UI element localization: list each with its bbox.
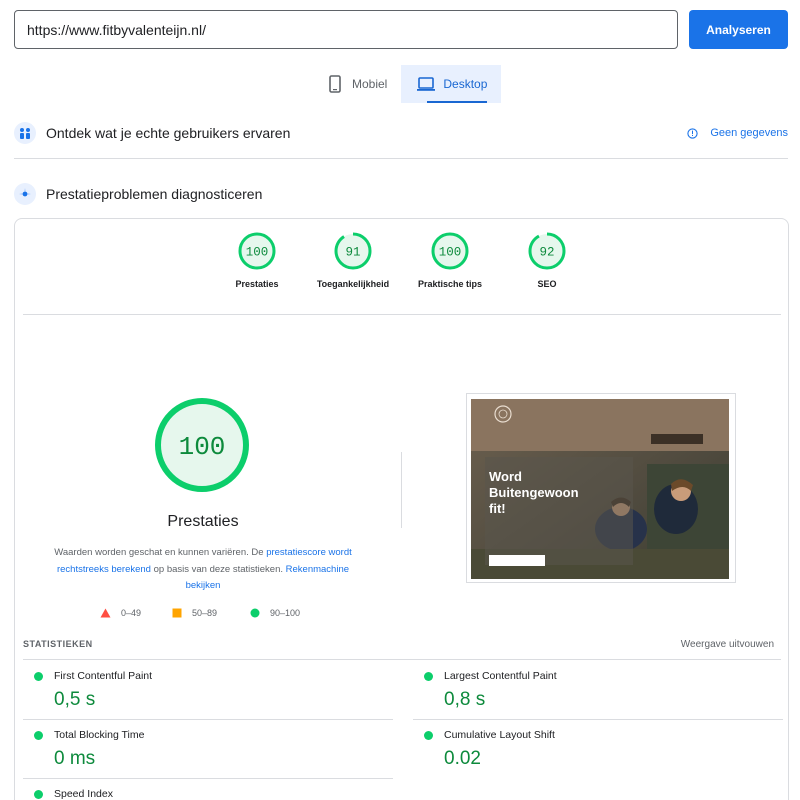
analyze-button[interactable]: Analyseren [689, 10, 788, 49]
people-icon [14, 122, 36, 144]
gauge-label: Toegankelijkheid [316, 279, 390, 289]
main-score: 100 [179, 432, 226, 462]
metric-name: Total Blocking Time [54, 729, 145, 741]
score-note: Waarden worden geschat en kunnen variëre… [43, 545, 363, 595]
metric-fcp: First Contentful Paint 0,5 s [23, 660, 393, 720]
gauge-label: Prestaties [235, 279, 279, 289]
no-data-label: Geen gegevens [710, 127, 788, 139]
vertical-divider [401, 452, 402, 528]
gauge-ring: 100 [238, 232, 276, 270]
screenshot-headline: Buitengewoon [489, 485, 579, 500]
lighthouse-icon [14, 183, 36, 205]
main-score-label: Prestaties [167, 513, 239, 530]
pass-circle-icon [424, 731, 433, 740]
metric-value: 0.02 [444, 748, 481, 769]
lab-data-section: Prestatieproblemen diagnosticeren [14, 179, 788, 209]
tab-desktop[interactable]: Desktop [401, 65, 502, 103]
gauge-ring: 92 [528, 232, 566, 270]
metric-name: First Contentful Paint [54, 670, 153, 682]
info-icon [687, 127, 698, 139]
metric-tbt: Total Blocking Time 0 ms [23, 719, 393, 779]
tab-mobile-label: Mobiel [352, 77, 388, 91]
note-text: op basis van deze statistieken. [150, 563, 286, 575]
screenshot-headline: fit! [489, 501, 506, 516]
metric-value: 0 ms [54, 748, 96, 769]
results-card: 100 Prestaties 91 Toegankelijkheid 100 P… [14, 218, 789, 800]
pass-circle-icon [34, 790, 43, 799]
lab-data-title: Prestatieproblemen diagnosticeren [46, 186, 263, 202]
legend-average-range: 50–89 [192, 608, 218, 618]
tab-desktop-label: Desktop [443, 77, 488, 91]
tab-mobile[interactable]: Mobiel [310, 65, 401, 103]
field-data-title: Ontdek wat je echte gebruikers ervaren [46, 125, 291, 141]
gauge-best-practices[interactable]: 100 Praktische tips [400, 231, 500, 289]
triangle-icon [100, 608, 111, 618]
pass-circle-icon [424, 672, 433, 681]
gauge-performance[interactable]: 100 Prestaties [207, 231, 307, 289]
gauge-score: 92 [539, 246, 554, 260]
metric-cls: Cumulative Layout Shift 0.02 [413, 719, 783, 779]
legend-pass: 90–100 [250, 608, 300, 618]
page-screenshot: Word Buitengewoon fit! [466, 393, 736, 583]
laptop-icon [415, 74, 437, 94]
legend-fail-range: 0–49 [121, 608, 142, 618]
metric-name: Largest Contentful Paint [444, 670, 557, 682]
metric-value: 0,5 s [54, 689, 96, 710]
url-row: Analyseren [14, 10, 788, 50]
screenshot-headline: Word [489, 469, 522, 484]
legend-pass-range: 90–100 [270, 608, 301, 618]
field-data-section: Ontdek wat je echte gebruikers ervaren G… [14, 118, 788, 148]
gauges-divider [23, 314, 781, 315]
gauge-label: SEO [537, 279, 557, 289]
pass-circle-icon [34, 672, 43, 681]
gauge-ring: 91 [334, 232, 372, 270]
no-data-status[interactable]: Geen gegevens [687, 127, 788, 139]
metric-name: Cumulative Layout Shift [444, 729, 555, 741]
metric-speed-index: Speed Index [23, 778, 393, 800]
main-score-gauge: 100 [152, 395, 252, 495]
legend-average: 50–89 [172, 608, 217, 618]
expand-view-toggle[interactable]: Weergave uitvouwen [681, 639, 774, 650]
note-text: Waarden worden geschat en kunnen variëre… [54, 547, 267, 558]
gauge-ring: 100 [431, 232, 469, 270]
gauge-score: 91 [345, 246, 360, 260]
phone-icon [324, 74, 346, 94]
screenshot-image: Word Buitengewoon fit! [471, 399, 729, 579]
score-legend: 0–49 50–89 90–100 [100, 608, 320, 622]
square-icon [172, 608, 182, 618]
gauge-seo[interactable]: 92 SEO [497, 231, 597, 289]
gauge-score: 100 [439, 246, 462, 260]
url-input[interactable] [14, 10, 678, 49]
score-gauges: 100 Prestaties 91 Toegankelijkheid 100 P… [15, 231, 788, 311]
device-tabs: Mobiel Desktop [310, 65, 502, 103]
metric-name: Speed Index [54, 788, 113, 800]
section-divider [14, 158, 788, 159]
stats-heading: STATISTIEKEN [23, 639, 93, 649]
main-gauge-ring: 100 [155, 398, 249, 492]
gauge-score: 100 [246, 246, 269, 260]
gauge-label: Praktische tips [417, 279, 483, 289]
metric-lcp: Largest Contentful Paint 0,8 s [413, 660, 783, 720]
metric-value: 0,8 s [444, 689, 486, 710]
circle-icon [250, 608, 260, 618]
legend-fail: 0–49 [100, 608, 141, 618]
pass-circle-icon [34, 731, 43, 740]
gauge-accessibility[interactable]: 91 Toegankelijkheid [303, 231, 403, 289]
